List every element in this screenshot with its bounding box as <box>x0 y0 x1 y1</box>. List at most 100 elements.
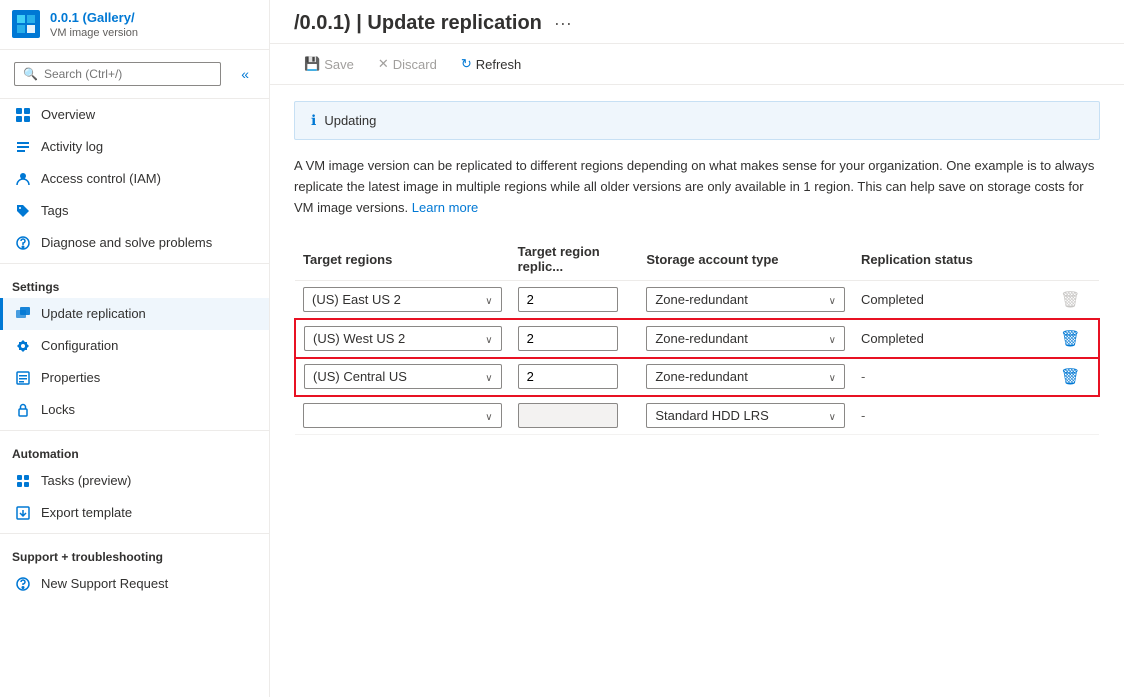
table-row-central-us: (US) Central US Zone-redundant <box>295 358 1099 397</box>
region-select-empty[interactable] <box>303 403 502 428</box>
storage-select-central-us[interactable]: Zone-redundant <box>646 364 845 389</box>
delete-button-central-us[interactable]: 🗑 <box>1054 365 1086 389</box>
status-west-us2: Completed <box>861 331 924 346</box>
sidebar-item-properties-label: Properties <box>41 370 100 385</box>
search-icon: 🔍 <box>23 67 38 81</box>
chevron-down-icon-storage-east-us2 <box>829 292 836 307</box>
sidebar-search-row: 🔍 « <box>0 50 269 99</box>
chevron-down-icon-empty <box>485 408 492 423</box>
iam-icon <box>15 171 31 187</box>
replication-icon <box>15 306 31 322</box>
sidebar-item-iam[interactable]: Access control (IAM) <box>0 163 269 195</box>
col-header-target-regions: Target regions <box>295 238 510 281</box>
sidebar-item-tags[interactable]: Tags <box>0 195 269 227</box>
page-header: /0.0.1) | Update replication ··· <box>270 0 1124 44</box>
sidebar-title: 0.0.1 (Gallery/ <box>50 10 138 27</box>
sidebar-item-configuration-label: Configuration <box>41 338 118 353</box>
sidebar-item-tags-label: Tags <box>41 203 68 218</box>
banner-text: Updating <box>324 113 376 128</box>
activity-icon <box>15 139 31 155</box>
section-header-automation: Automation <box>0 435 269 465</box>
tags-icon <box>15 203 31 219</box>
sidebar-nav: Overview Activity log Access control (IA… <box>0 99 269 600</box>
region-select-east-us2[interactable]: (US) East US 2 <box>303 287 502 312</box>
sidebar-item-export[interactable]: Export template <box>0 497 269 529</box>
sidebar-item-overview[interactable]: Overview <box>0 99 269 131</box>
sidebar-item-support-label: New Support Request <box>41 576 168 591</box>
header-dots: ··· <box>554 13 572 34</box>
table-header-row: Target regions Target region replic... S… <box>295 238 1099 281</box>
search-input[interactable] <box>44 67 212 81</box>
support-icon <box>15 576 31 592</box>
storage-value-west-us2: Zone-redundant <box>655 331 748 346</box>
divider-settings <box>0 263 269 264</box>
info-banner: ℹ Updating <box>294 101 1100 140</box>
sidebar-item-activity-label: Activity log <box>41 139 103 154</box>
sidebar-item-update-replication-label: Update replication <box>41 306 146 321</box>
sidebar-item-activity-log[interactable]: Activity log <box>0 131 269 163</box>
discard-icon: ✕ <box>378 56 389 72</box>
sidebar-item-diagnose-label: Diagnose and solve problems <box>41 235 212 250</box>
main-content: /0.0.1) | Update replication ··· 💾 Save … <box>270 0 1124 697</box>
sidebar-item-tasks[interactable]: Tasks (preview) <box>0 465 269 497</box>
replication-table: Target regions Target region replic... S… <box>294 238 1100 435</box>
sidebar-item-diagnose[interactable]: Diagnose and solve problems <box>0 227 269 259</box>
status-central-us: - <box>861 369 865 384</box>
chevron-down-icon-west-us2 <box>485 331 492 346</box>
chevron-down-icon-storage-central-us <box>829 369 836 384</box>
sidebar-subtitle: VM image version <box>50 27 138 39</box>
chevron-down-icon-east-us2 <box>485 292 492 307</box>
replicas-input-empty[interactable] <box>518 403 618 428</box>
region-select-west-us2[interactable]: (US) West US 2 <box>304 326 502 351</box>
refresh-button[interactable]: ↻ Refresh <box>451 52 531 76</box>
chevron-down-icon-central-us <box>485 369 492 384</box>
learn-more-link[interactable]: Learn more <box>412 200 478 215</box>
info-icon: ℹ <box>311 112 316 129</box>
refresh-icon: ↻ <box>461 56 472 72</box>
sidebar-title-block: 0.0.1 (Gallery/ VM image version <box>50 10 138 39</box>
storage-value-central-us: Zone-redundant <box>655 369 748 384</box>
config-icon <box>15 338 31 354</box>
sidebar-item-iam-label: Access control (IAM) <box>41 171 161 186</box>
storage-select-west-us2[interactable]: Zone-redundant <box>646 326 845 351</box>
col-header-status: Replication status <box>853 238 1046 281</box>
storage-value-empty: Standard HDD LRS <box>655 408 768 423</box>
status-east-us2: Completed <box>861 292 924 307</box>
table-row-west-us2: (US) West US 2 Zone-redundant <box>295 319 1099 358</box>
replicas-input-east-us2[interactable] <box>518 287 618 312</box>
refresh-label: Refresh <box>476 57 522 72</box>
table-row-east-us2: (US) East US 2 Zone-redundant <box>295 281 1099 320</box>
discard-button[interactable]: ✕ Discard <box>368 52 447 76</box>
tasks-icon <box>15 473 31 489</box>
save-icon: 💾 <box>304 56 320 72</box>
save-label: Save <box>324 57 354 72</box>
storage-select-empty[interactable]: Standard HDD LRS <box>646 403 845 428</box>
region-select-central-us[interactable]: (US) Central US <box>304 364 502 389</box>
sidebar-item-update-replication[interactable]: Update replication <box>0 298 269 330</box>
storage-select-east-us2[interactable]: Zone-redundant <box>646 287 845 312</box>
sidebar-item-support[interactable]: New Support Request <box>0 568 269 600</box>
collapse-sidebar-button[interactable]: « <box>231 62 259 86</box>
replicas-input-west-us2[interactable] <box>518 326 618 351</box>
replicas-input-central-us[interactable] <box>518 364 618 389</box>
delete-button-west-us2[interactable]: 🗑 <box>1054 327 1086 351</box>
sidebar-search-box[interactable]: 🔍 <box>14 62 221 86</box>
storage-value-east-us2: Zone-redundant <box>655 292 748 307</box>
status-empty: - <box>861 408 865 423</box>
chevron-down-icon-storage-empty <box>829 408 836 423</box>
delete-button-east-us2: 🗑 <box>1054 288 1086 312</box>
col-header-replicas: Target region replic... <box>510 238 639 281</box>
diagnose-icon <box>15 235 31 251</box>
sidebar: 0.0.1 (Gallery/ VM image version 🔍 « Ove… <box>0 0 270 697</box>
sidebar-item-properties[interactable]: Properties <box>0 362 269 394</box>
sidebar-item-locks[interactable]: Locks <box>0 394 269 426</box>
save-button[interactable]: 💾 Save <box>294 52 364 76</box>
toolbar: 💾 Save ✕ Discard ↻ Refresh <box>270 44 1124 85</box>
table-row-empty: Standard HDD LRS - <box>295 396 1099 435</box>
locks-icon <box>15 402 31 418</box>
discard-label: Discard <box>393 57 437 72</box>
sidebar-item-tasks-label: Tasks (preview) <box>41 473 131 488</box>
region-value-west-us2: (US) West US 2 <box>313 331 405 346</box>
region-value-central-us: (US) Central US <box>313 369 407 384</box>
sidebar-item-configuration[interactable]: Configuration <box>0 330 269 362</box>
